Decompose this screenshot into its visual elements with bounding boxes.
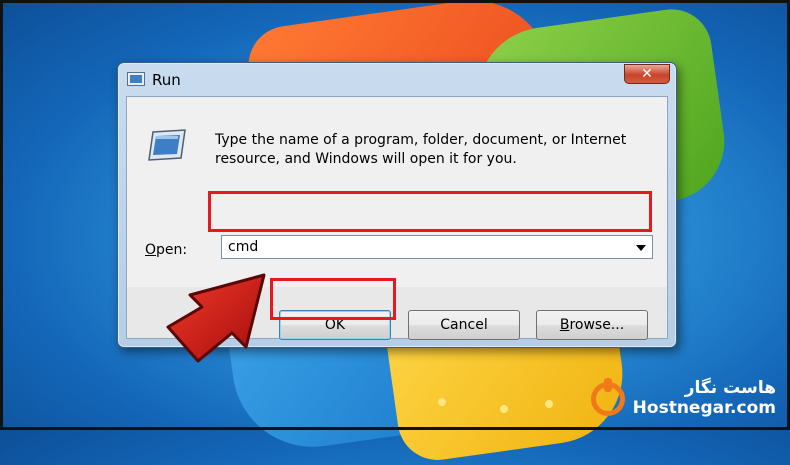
brand-name-fa: هاست نگار — [684, 378, 776, 398]
run-program-icon — [148, 129, 186, 161]
brand-name-en: Hostnegar.com — [632, 398, 776, 418]
title-bar[interactable]: Run ✕ — [118, 63, 676, 97]
dialog-description: Type the name of a program, folder, docu… — [215, 132, 627, 167]
chevron-down-icon[interactable] — [636, 245, 646, 251]
close-button[interactable]: ✕ — [624, 64, 670, 84]
cancel-button[interactable]: Cancel — [408, 310, 520, 340]
red-arrow-icon — [166, 273, 266, 363]
sparkle-dot — [545, 400, 553, 408]
close-icon: ✕ — [641, 66, 653, 82]
dialog-title: Run — [152, 71, 181, 89]
sparkle-dot — [500, 405, 508, 413]
browse-button[interactable]: Browse... — [536, 310, 648, 340]
brand-watermark: هاست نگار Hostnegar.com — [633, 378, 776, 418]
open-label: Open: — [145, 242, 188, 258]
run-window-icon — [127, 72, 145, 86]
hostnegar-logo-icon — [591, 378, 625, 416]
highlight-ok-button — [270, 278, 396, 320]
open-input[interactable] — [224, 237, 632, 257]
highlight-open-field — [208, 191, 652, 232]
open-combobox[interactable] — [221, 235, 653, 259]
sparkle-dot — [438, 398, 446, 406]
